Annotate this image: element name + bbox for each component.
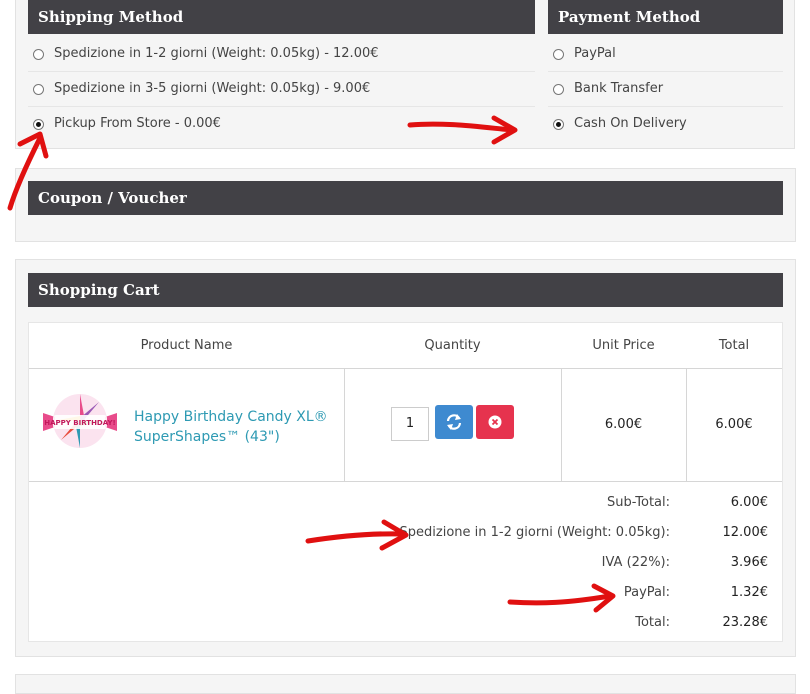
birthday-candy-image: HAPPY BIRTHDAY! — [43, 394, 117, 448]
payment-option-paypal[interactable]: PayPal — [548, 37, 783, 72]
shipping-radio-standard[interactable] — [33, 84, 44, 95]
column-header-unit-price: Unit Price — [592, 338, 655, 353]
column-header-total: Total — [718, 338, 750, 353]
shipping-method-header: Shipping Method — [28, 0, 537, 34]
payment-method-header: Payment Method — [548, 0, 783, 34]
unit-price-value: 6.00€ — [604, 417, 643, 432]
payment-option-label: Bank Transfer — [574, 81, 664, 96]
vat-value: 3.96€ — [730, 555, 768, 570]
shipping-radio-express[interactable] — [33, 49, 44, 60]
payment-fee-value: 1.32€ — [730, 585, 768, 600]
update-quantity-button[interactable] — [435, 405, 473, 439]
quantity-input[interactable]: 1 — [391, 407, 429, 441]
shipping-option-label: Spedizione in 1-2 giorni (Weight: 0.05kg… — [54, 46, 379, 61]
shipping-total-value: 12.00€ — [722, 525, 769, 540]
product-name-link[interactable]: Happy Birthday Candy XL® SuperShapes™ (4… — [134, 407, 334, 447]
shipping-total-label: Spedizione in 1-2 giorni (Weight: 0.05kg… — [399, 525, 670, 540]
payment-option-label: Cash On Delivery — [574, 116, 687, 131]
column-divider — [344, 368, 345, 482]
cart-table: Product Name Quantity Unit Price Total H… — [28, 322, 783, 642]
shipping-radio-pickup[interactable] — [33, 119, 44, 130]
product-thumbnail[interactable]: HAPPY BIRTHDAY! — [39, 383, 121, 465]
line-total-value: 6.00€ — [715, 417, 753, 432]
shopping-cart-header: Shopping Cart — [28, 273, 783, 307]
grand-total-label: Total: — [635, 615, 670, 630]
shipping-option-label: Spedizione in 3-5 giorni (Weight: 0.05kg… — [54, 81, 371, 96]
subtotal-value: 6.00€ — [730, 495, 768, 510]
next-panel-edge — [15, 674, 796, 694]
remove-item-button[interactable] — [476, 405, 514, 439]
remove-circle-icon — [488, 415, 502, 429]
grand-total-value: 23.28€ — [722, 615, 769, 630]
subtotal-label: Sub-Total: — [607, 495, 670, 510]
product-name-line2: SuperShapes™ (43") — [134, 429, 280, 445]
row-divider — [29, 481, 782, 482]
payment-radio-paypal[interactable] — [553, 49, 564, 60]
coupon-header[interactable]: Coupon / Voucher — [28, 181, 783, 215]
payment-radio-cash-on-delivery[interactable] — [553, 119, 564, 130]
row-divider — [29, 368, 782, 369]
shipping-option-label: Pickup From Store - 0.00€ — [54, 116, 221, 131]
product-name-line1: Happy Birthday Candy XL® — [134, 409, 328, 425]
payment-fee-label: PayPal: — [623, 585, 670, 600]
payment-option-cash-on-delivery[interactable]: Cash On Delivery — [548, 107, 783, 142]
vat-label: IVA (22%): — [601, 555, 670, 570]
image-caption: HAPPY BIRTHDAY! — [44, 419, 116, 427]
refresh-icon — [446, 414, 462, 430]
column-header-product-name: Product Name — [140, 338, 233, 353]
shipping-option-standard[interactable]: Spedizione in 3-5 giorni (Weight: 0.05kg… — [28, 72, 537, 107]
payment-option-bank-transfer[interactable]: Bank Transfer — [548, 72, 783, 107]
shipping-option-pickup[interactable]: Pickup From Store - 0.00€ — [28, 107, 537, 142]
shipping-option-express[interactable]: Spedizione in 1-2 giorni (Weight: 0.05kg… — [28, 37, 537, 72]
payment-radio-bank-transfer[interactable] — [553, 84, 564, 95]
column-header-quantity: Quantity — [424, 338, 481, 353]
payment-option-label: PayPal — [574, 46, 616, 61]
